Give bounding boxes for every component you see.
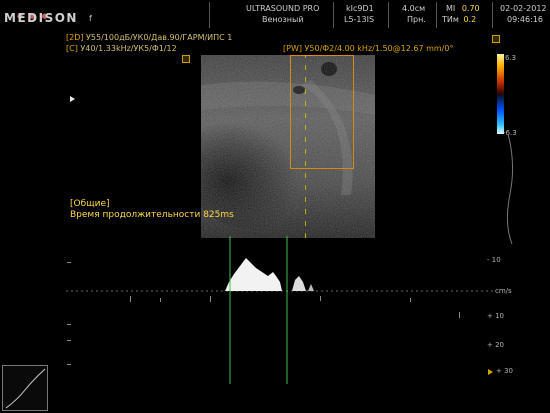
time-readout: 09:46:16: [507, 15, 543, 24]
velocity-tick-plus20: + 20: [487, 341, 504, 349]
focus-marker-icon: [182, 55, 190, 63]
date-readout: 02-02-2012: [500, 4, 547, 13]
measurement-group: [Общие]: [70, 199, 110, 209]
params-2d-tag: [2D]: [66, 33, 84, 42]
tim-readout: TИм 0.2: [442, 15, 476, 25]
mi-label: MI: [446, 4, 456, 13]
mi-readout: MI 0.70: [446, 4, 480, 14]
velocity-tick-plus30: + 30: [496, 367, 513, 375]
color-scale-bar: [497, 54, 504, 134]
header-model: ULTRASOUND PRO: [246, 4, 320, 13]
velocity-tick-plus10: + 10: [487, 312, 504, 320]
velocity-tick-minus10: - 10: [487, 256, 501, 264]
color-box-roi[interactable]: [290, 55, 354, 169]
gray-map-thumbnail: [2, 365, 48, 411]
ultrasound-screen: { "header": { "brand": "MEDISON", "brand…: [0, 0, 550, 413]
spectral-waveform: [225, 258, 282, 291]
header-divider: [388, 2, 389, 28]
color-scale-top: 6.3: [505, 54, 517, 62]
doppler-spectrum[interactable]: [0, 236, 550, 386]
params-color: [C] У40/1.33kHz/УК5/Ф1/12: [66, 44, 177, 54]
params-2d: [2D] У55/100дБ/УК0/Дав.90/ГАРМ/ИПС 1: [66, 33, 232, 43]
velocity-unit: cm/s: [495, 287, 512, 295]
gray-map-curve-icon: [5, 368, 46, 409]
probe-code: kIc9D1: [346, 4, 374, 13]
header-divider: [209, 2, 210, 28]
tim-value: 0.2: [463, 15, 477, 24]
header-divider: [333, 2, 334, 28]
scale-pointer-icon: [488, 369, 493, 375]
spectral-waveform: [308, 284, 314, 291]
tim-label: TИм: [442, 15, 459, 24]
params-color-tag: [C]: [66, 44, 78, 53]
orientation-marker-icon: [70, 96, 75, 102]
header-divider: [492, 2, 493, 28]
header-divider: [436, 2, 437, 28]
mi-value: 0.70: [461, 4, 480, 13]
pw-params: [PW] У50/Ф2/4.00 kHz/1.50@12.67 mm/0°: [283, 44, 454, 53]
header-preset: Венозный: [262, 15, 304, 24]
mode-readout: Прн.: [407, 15, 426, 24]
brand-logo: MEDISON: [4, 11, 78, 25]
params-color-text: У40/1.33kHz/УК5/Ф1/12: [80, 44, 177, 53]
spectral-waveform: [292, 276, 306, 291]
color-scale-curve: [506, 134, 514, 244]
measurement-value: 825ms: [203, 210, 234, 220]
measurement-readout: Время продолжительности 825ms: [70, 210, 234, 221]
brand-mark: f: [89, 14, 92, 23]
probe-name: L5-13IS: [344, 15, 375, 24]
measurement-label: Время продолжительности: [70, 210, 201, 220]
depth-readout: 4.0см: [402, 4, 426, 13]
map-marker-icon: [492, 35, 500, 43]
params-2d-text: У55/100дБ/УК0/Дав.90/ГАРМ/ИПС 1: [86, 33, 233, 42]
doppler-cursor-line[interactable]: [305, 55, 306, 238]
